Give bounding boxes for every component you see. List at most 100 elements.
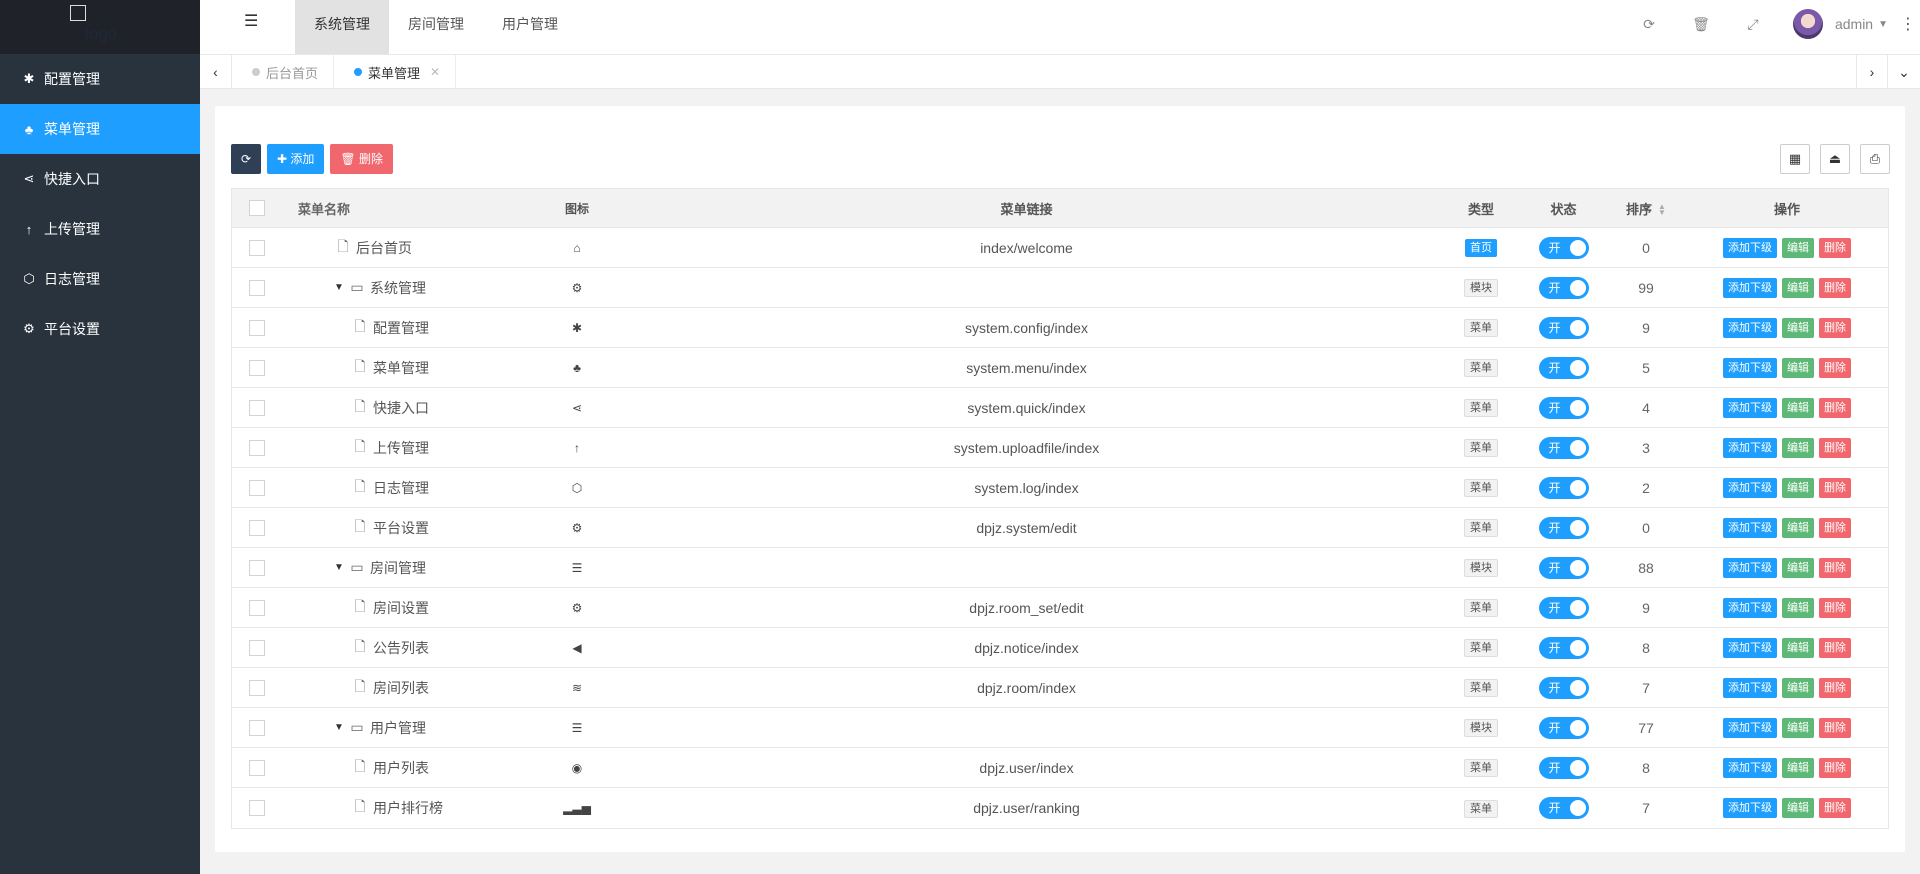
add-child-button[interactable]: 添加下级 xyxy=(1723,717,1777,738)
sidebar-item[interactable]: ♣ 菜单管理 xyxy=(0,104,200,154)
row-checkbox[interactable] xyxy=(249,519,265,536)
status-toggle[interactable]: 开 xyxy=(1538,596,1589,619)
row-checkbox[interactable] xyxy=(249,319,265,336)
sidebar-item[interactable]: ↑ 上传管理 xyxy=(0,204,200,254)
export-icon[interactable]: ⏏ xyxy=(1820,144,1850,174)
edit-button[interactable]: 编辑 xyxy=(1782,557,1814,578)
sidebar-item[interactable]: ✱ 配置管理 xyxy=(0,54,200,104)
trash-icon[interactable]: 🗑 xyxy=(1675,16,1727,33)
delete-row-button[interactable]: 删除 xyxy=(1819,597,1851,618)
status-toggle[interactable]: 开 xyxy=(1538,516,1589,539)
edit-button[interactable]: 编辑 xyxy=(1782,397,1814,418)
row-checkbox[interactable] xyxy=(249,279,265,296)
status-toggle[interactable]: 开 xyxy=(1538,356,1589,379)
row-checkbox[interactable] xyxy=(249,399,265,416)
add-child-button[interactable]: 添加下级 xyxy=(1723,237,1777,258)
columns-icon[interactable]: ▦ xyxy=(1780,144,1810,174)
print-icon[interactable]: ⎙ xyxy=(1860,144,1890,174)
row-checkbox[interactable] xyxy=(249,239,265,256)
add-child-button[interactable]: 添加下级 xyxy=(1723,637,1777,658)
row-checkbox[interactable] xyxy=(249,800,265,816)
top-nav-item[interactable]: 系统管理 xyxy=(295,0,389,54)
row-checkbox[interactable] xyxy=(249,439,265,456)
add-child-button[interactable]: 添加下级 xyxy=(1723,597,1777,618)
add-child-button[interactable]: 添加下级 xyxy=(1723,437,1777,458)
delete-row-button[interactable]: 删除 xyxy=(1819,477,1851,498)
tabs-scroll-left-icon[interactable]: ‹ xyxy=(200,55,232,89)
user-menu[interactable]: admin ▼ xyxy=(1792,9,1888,39)
status-toggle[interactable]: 开 xyxy=(1538,556,1589,579)
edit-button[interactable]: 编辑 xyxy=(1782,757,1814,778)
status-toggle[interactable]: 开 xyxy=(1538,636,1589,659)
edit-button[interactable]: 编辑 xyxy=(1782,597,1814,618)
delete-row-button[interactable]: 删除 xyxy=(1819,717,1851,738)
row-checkbox[interactable] xyxy=(249,479,265,496)
menu-toggle-icon[interactable]: ☰ xyxy=(244,14,260,30)
status-toggle[interactable]: 开 xyxy=(1538,276,1589,299)
select-all-checkbox[interactable] xyxy=(249,200,265,216)
header-sort[interactable]: 排序 ▲ ▼ xyxy=(1606,199,1686,218)
edit-button[interactable]: 编辑 xyxy=(1782,277,1814,298)
edit-button[interactable]: 编辑 xyxy=(1782,357,1814,378)
edit-button[interactable]: 编辑 xyxy=(1782,677,1814,698)
expand-caret-icon[interactable]: ▼ xyxy=(334,562,348,573)
edit-button[interactable]: 编辑 xyxy=(1782,798,1814,818)
add-button[interactable]: ✚ 添加 xyxy=(267,144,325,174)
status-toggle[interactable]: 开 xyxy=(1538,716,1589,739)
status-toggle[interactable]: 开 xyxy=(1538,316,1589,339)
row-checkbox[interactable] xyxy=(249,639,265,656)
close-icon[interactable]: ✕ xyxy=(430,65,440,79)
add-child-button[interactable]: 添加下级 xyxy=(1723,277,1777,298)
row-checkbox[interactable] xyxy=(249,759,265,776)
row-checkbox[interactable] xyxy=(249,599,265,616)
status-toggle[interactable]: 开 xyxy=(1538,476,1589,499)
refresh-button[interactable]: ⟳ xyxy=(231,144,261,174)
row-checkbox[interactable] xyxy=(249,559,265,576)
delete-row-button[interactable]: 删除 xyxy=(1819,798,1851,818)
edit-button[interactable]: 编辑 xyxy=(1782,237,1814,258)
logo[interactable]: logo xyxy=(0,0,200,54)
top-nav-item[interactable]: 用户管理 xyxy=(483,0,577,54)
add-child-button[interactable]: 添加下级 xyxy=(1723,798,1777,818)
status-toggle[interactable]: 开 xyxy=(1538,676,1589,699)
edit-button[interactable]: 编辑 xyxy=(1782,717,1814,738)
delete-row-button[interactable]: 删除 xyxy=(1819,357,1851,378)
row-checkbox[interactable] xyxy=(249,719,265,736)
status-toggle[interactable]: 开 xyxy=(1538,236,1589,259)
edit-button[interactable]: 编辑 xyxy=(1782,637,1814,658)
status-toggle[interactable]: 开 xyxy=(1538,396,1589,419)
edit-button[interactable]: 编辑 xyxy=(1782,477,1814,498)
expand-caret-icon[interactable]: ▼ xyxy=(334,722,348,733)
page-tab[interactable]: 后台首页 xyxy=(232,55,335,89)
page-tab[interactable]: 菜单管理 ✕ xyxy=(334,55,457,89)
delete-row-button[interactable]: 删除 xyxy=(1819,517,1851,538)
add-child-button[interactable]: 添加下级 xyxy=(1723,357,1777,378)
status-toggle[interactable]: 开 xyxy=(1538,436,1589,459)
delete-row-button[interactable]: 删除 xyxy=(1819,397,1851,418)
add-child-button[interactable]: 添加下级 xyxy=(1723,517,1777,538)
add-child-button[interactable]: 添加下级 xyxy=(1723,397,1777,418)
add-child-button[interactable]: 添加下级 xyxy=(1723,677,1777,698)
sidebar-item[interactable]: ⋖ 快捷入口 xyxy=(0,154,200,204)
delete-row-button[interactable]: 删除 xyxy=(1819,317,1851,338)
top-nav-item[interactable]: 房间管理 xyxy=(389,0,483,54)
row-checkbox[interactable] xyxy=(249,679,265,696)
tabs-scroll-right-icon[interactable]: › xyxy=(1856,55,1888,89)
sidebar-item[interactable]: ⬡ 日志管理 xyxy=(0,254,200,304)
delete-row-button[interactable]: 删除 xyxy=(1819,437,1851,458)
sidebar-item[interactable]: ⚙ 平台设置 xyxy=(0,304,200,354)
status-toggle[interactable]: 开 xyxy=(1538,756,1589,779)
edit-button[interactable]: 编辑 xyxy=(1782,317,1814,338)
more-vertical-icon[interactable]: ⋮ xyxy=(1896,14,1920,34)
delete-row-button[interactable]: 删除 xyxy=(1819,557,1851,578)
add-child-button[interactable]: 添加下级 xyxy=(1723,557,1777,578)
status-toggle[interactable]: 开 xyxy=(1538,797,1589,819)
sort-caret-icon[interactable]: ▲ ▼ xyxy=(1658,203,1666,217)
delete-row-button[interactable]: 删除 xyxy=(1819,677,1851,698)
expand-caret-icon[interactable]: ▼ xyxy=(334,282,348,293)
delete-button[interactable]: 🗑 删除 xyxy=(330,144,393,174)
fullscreen-icon[interactable]: ⤢ xyxy=(1727,16,1779,33)
add-child-button[interactable]: 添加下级 xyxy=(1723,757,1777,778)
row-checkbox[interactable] xyxy=(249,359,265,376)
add-child-button[interactable]: 添加下级 xyxy=(1723,317,1777,338)
